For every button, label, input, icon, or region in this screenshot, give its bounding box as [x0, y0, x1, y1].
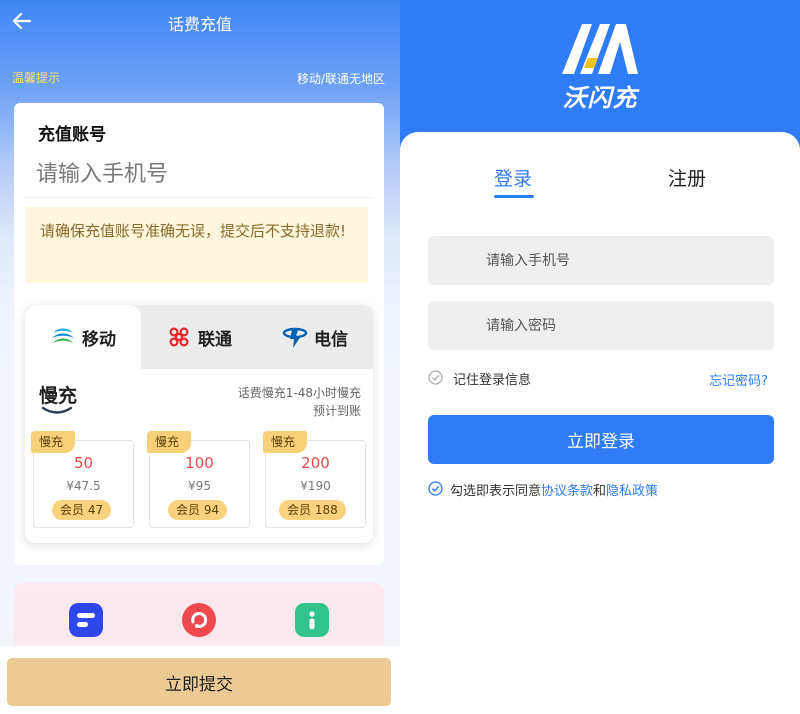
- china-mobile-icon: [52, 328, 74, 343]
- recharge-screen: 话费充值 温馨提示 移动/联通无地区 充值账号 请确保充值账号准确无误，提交后不…: [0, 0, 400, 714]
- package-face-value: 50: [73, 454, 94, 472]
- tab-label: 移动: [82, 329, 116, 350]
- brand-name: 沃闪充: [562, 84, 638, 112]
- forgot-password-link[interactable]: 忘记密码?: [709, 370, 768, 389]
- package-price: ¥47.5: [66, 479, 101, 493]
- active-tab-indicator: [494, 195, 534, 198]
- remember-checkbox-icon[interactable]: [428, 370, 443, 385]
- tab-label: 联通: [198, 329, 232, 350]
- slow-charge-logo: 慢充: [39, 385, 78, 407]
- phone-input[interactable]: [428, 236, 774, 285]
- submit-button[interactable]: 立即提交: [7, 658, 391, 706]
- top-bar: 话费充值: [0, 0, 400, 44]
- remember-label: 记住登录信息: [453, 373, 532, 388]
- login-screen: 沃闪充 登录 注册 记住登录信息 忘记密码? 立即登录 勾选即表示同意协议条款和…: [400, 0, 800, 714]
- tab-china-unicom[interactable]: 联通: [141, 305, 257, 369]
- member-price-badge: 会员 188: [279, 500, 346, 520]
- login-card: 登录 注册 记住登录信息 忘记密码? 立即登录 勾选即表示同意协议条款和隐私政策: [400, 132, 800, 714]
- terms-link[interactable]: 协议条款: [541, 484, 593, 499]
- privacy-policy-link[interactable]: 隐私政策: [606, 484, 658, 499]
- member-price-badge: 会员 94: [168, 500, 228, 520]
- smile-icon: [41, 406, 73, 414]
- red-refresh-icon[interactable]: [182, 603, 216, 637]
- carrier-tabs: 移动 联通 电信: [25, 305, 373, 369]
- slow-charge-desc: 话费慢充1-48小时慢充: [237, 386, 361, 400]
- package-face-value: 200: [301, 454, 330, 472]
- warning-notice: 请确保充值账号准确无误，提交后不支持退款!: [26, 207, 368, 283]
- package-tag: 慢充: [31, 431, 76, 453]
- tips-label[interactable]: 温馨提示: [12, 69, 60, 86]
- member-price-badge: 会员 47: [52, 500, 112, 520]
- agreement-text: 勾选即表示同意协议条款和隐私政策: [450, 480, 658, 499]
- brand-logo-icon: [562, 24, 638, 74]
- tab-login[interactable]: 登录: [494, 164, 532, 191]
- package-price: ¥95: [188, 479, 211, 493]
- divider: [24, 197, 374, 198]
- package-card[interactable]: 慢充 100 ¥95 会员 94: [147, 431, 250, 528]
- phone-input[interactable]: [36, 155, 356, 193]
- package-price: ¥190: [300, 479, 331, 493]
- green-info-icon[interactable]: [295, 603, 329, 637]
- tab-china-telecom[interactable]: 电信: [257, 305, 373, 369]
- tab-china-mobile[interactable]: 移动: [25, 305, 141, 369]
- china-telecom-icon: [282, 327, 308, 348]
- agree-checkbox-icon[interactable]: [428, 481, 443, 496]
- tab-register[interactable]: 注册: [668, 164, 706, 191]
- package-tag: 慢充: [147, 431, 192, 453]
- agreement-prefix: 勾选即表示同意: [450, 484, 542, 499]
- remember-row: 记住登录信息 忘记密码?: [428, 368, 774, 389]
- password-input[interactable]: [428, 301, 774, 350]
- china-unicom-icon: [169, 327, 189, 347]
- arrival-note: 预计到账: [312, 404, 361, 418]
- account-label: 充值账号: [38, 125, 106, 145]
- bottom-bar: 立即提交: [0, 646, 400, 714]
- carrier-card: 移动 联通 电信 慢充 话费慢充1-48小时慢充 预计到账 慢充 50 ¥47.…: [25, 305, 373, 543]
- agreement-and: 和: [593, 484, 607, 499]
- region-note: 移动/联通无地区: [296, 72, 385, 86]
- login-button[interactable]: 立即登录: [428, 415, 774, 464]
- page-title: 话费充值: [167, 15, 232, 34]
- account-card: 充值账号 请确保充值账号准确无误，提交后不支持退款! 移动: [14, 103, 384, 565]
- agreement-row: 勾选即表示同意协议条款和隐私政策: [428, 479, 774, 499]
- blue-app-icon[interactable]: [69, 603, 103, 637]
- package-card[interactable]: 慢充 200 ¥190 会员 188: [263, 431, 366, 528]
- package-face-value: 100: [185, 454, 214, 472]
- package-card[interactable]: 慢充 50 ¥47.5 会员 47: [31, 431, 134, 528]
- tab-label: 电信: [314, 329, 348, 350]
- package-tag: 慢充: [263, 431, 308, 453]
